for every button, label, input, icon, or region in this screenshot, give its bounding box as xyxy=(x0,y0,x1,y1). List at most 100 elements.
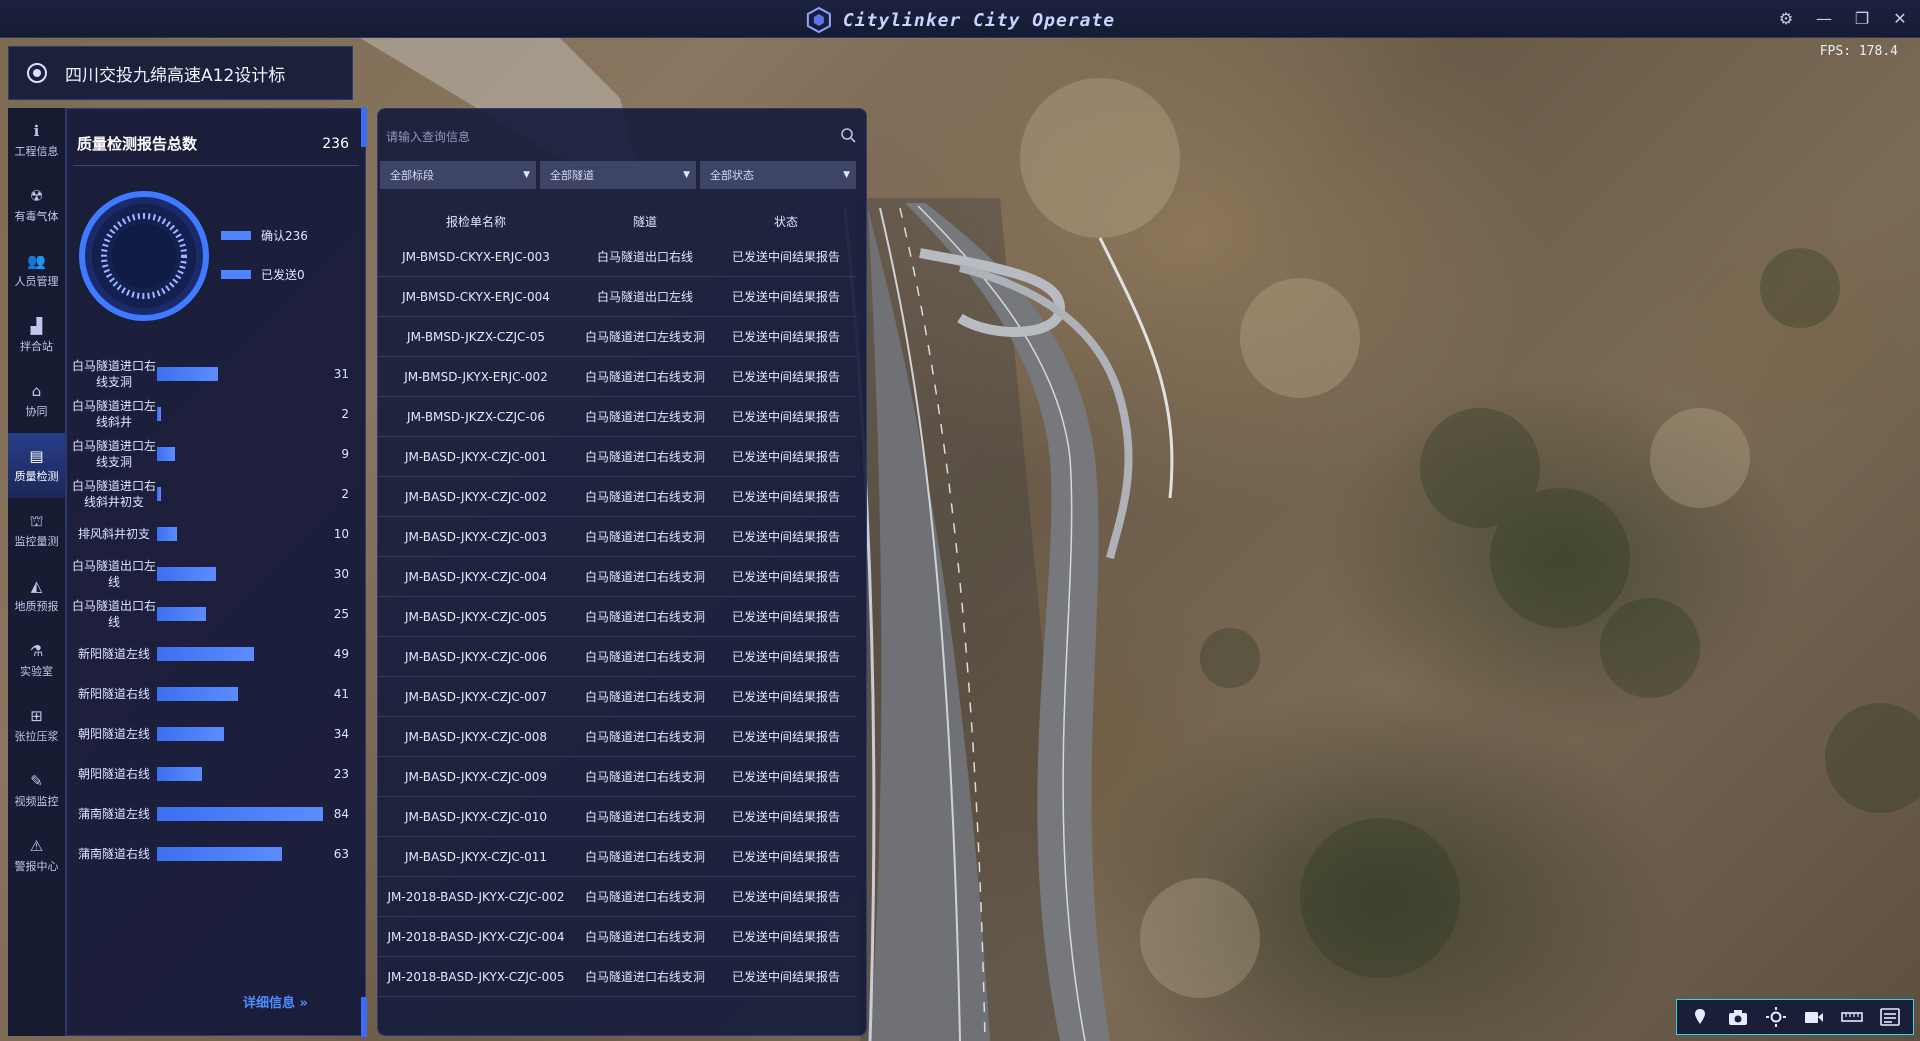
bar-row[interactable]: 白马隧道进口右线支洞 31 xyxy=(67,354,367,394)
tunnel-cell: 白马隧道进口右线支洞 xyxy=(584,650,705,664)
table-row[interactable]: JM-BASD-JKYX-CZJC-003 白马隧道进口右线支洞 已发送中间结果报告 xyxy=(378,517,856,557)
nav-item-mixing-plant[interactable]: ▟ 拌合站 xyxy=(8,303,65,368)
nav-label: 有毒气体 xyxy=(14,209,59,223)
bar-fill xyxy=(157,767,203,781)
bar-value: 84 xyxy=(333,807,349,821)
table-row[interactable]: JM-BASD-JKYX-CZJC-002 白马隧道进口右线支洞 已发送中间结果报告 xyxy=(378,477,856,517)
table-row[interactable]: JM-BASD-JKYX-CZJC-001 白马隧道进口右线支洞 已发送中间结果报告 xyxy=(378,437,856,477)
filter-status-select[interactable]: 全部状态 ▼ xyxy=(700,161,856,189)
nav-item-lab[interactable]: ⚗ 实验室 xyxy=(8,628,65,693)
tunnel-cell: 白马隧道进口右线支洞 xyxy=(584,370,705,384)
table-header: 报检单名称 隧道 状态 xyxy=(378,205,856,237)
close-icon[interactable]: ✕ xyxy=(1890,9,1910,29)
table-row[interactable]: JM-BASD-JKYX-CZJC-006 白马隧道进口右线支洞 已发送中间结果报告 xyxy=(378,637,856,677)
table-row[interactable]: JM-BMSD-JKZX-CZJC-05 白马隧道进口左线支洞 已发送中间结果报告 xyxy=(378,317,856,357)
table-row[interactable]: JM-BMSD-JKZX-CZJC-06 白马隧道进口左线支洞 已发送中间结果报告 xyxy=(378,397,856,437)
bar-fill xyxy=(157,567,217,581)
table-row[interactable]: JM-BASD-JKYX-CZJC-004 白马隧道进口右线支洞 已发送中间结果报告 xyxy=(378,557,856,597)
camera-icon[interactable] xyxy=(1725,1004,1751,1030)
ruler-icon[interactable] xyxy=(1839,1004,1865,1030)
status-cell: 已发送中间结果报告 xyxy=(731,410,840,424)
table-row[interactable]: JM-BASD-JKYX-CZJC-008 白马隧道进口右线支洞 已发送中间结果报告 xyxy=(378,717,856,757)
table-row[interactable]: JM-BASD-JKYX-CZJC-011 白马隧道进口右线支洞 已发送中间结果报告 xyxy=(378,837,856,877)
nav-item-alarm[interactable]: ⚠ 警报中心 xyxy=(8,823,65,888)
tunnel-cell: 白马隧道进口右线支洞 xyxy=(584,810,705,824)
bar-row[interactable]: 朝阳隧道右线 23 xyxy=(67,754,367,794)
status-cell: 已发送中间结果报告 xyxy=(731,810,840,824)
table-row[interactable]: JM-2018-BASD-JKYX-CZJC-002 白马隧道进口右线支洞 已发送中… xyxy=(378,877,856,917)
bar-row[interactable]: 蒲南隧道左线 84 xyxy=(67,794,367,834)
tunnel-cell: 白马隧道进口右线支洞 xyxy=(584,610,705,624)
minimize-icon[interactable]: — xyxy=(1814,9,1834,29)
detail-link[interactable]: 详细信息 » xyxy=(243,992,308,1011)
bar-label: 白马隧道进口左线支洞 xyxy=(71,439,156,469)
tunnel-cell: 白马隧道进口右线支洞 xyxy=(584,730,705,744)
bar-track xyxy=(157,407,323,421)
detail-link-label: 详细信息 xyxy=(243,996,296,1011)
sidebar-nav: ℹ 工程信息 ☢ 有毒气体 👥 人员管理 ▟ 拌合站 ⌂ 协同 ▤ 质量检测 ⛫… xyxy=(8,108,66,1036)
caret-down-icon: ▼ xyxy=(523,170,530,180)
nav-item-monitoring[interactable]: ⛫ 监控量测 xyxy=(8,498,65,563)
table-row[interactable]: JM-2018-BASD-JKYX-CZJC-005 白马隧道进口右线支洞 已发送中… xyxy=(378,957,856,997)
project-selector[interactable]: 四川交投九绵高速A12设计标 xyxy=(8,46,353,100)
nav-item-toxic-gas[interactable]: ☢ 有毒气体 xyxy=(8,173,65,238)
column-header-tunnel: 隧道 xyxy=(632,214,657,229)
nav-item-quality[interactable]: ▤ 质量检测 xyxy=(8,433,65,498)
column-header-status: 状态 xyxy=(773,214,798,229)
nav-item-video[interactable]: ✎ 视频监控 xyxy=(8,758,65,823)
video-camera-icon[interactable] xyxy=(1801,1004,1827,1030)
pin-icon[interactable] xyxy=(1687,1004,1713,1030)
legend-sent: 已发送0 xyxy=(221,266,308,283)
bar-label: 白马隧道进口右线支洞 xyxy=(71,359,156,389)
nav-item-tension[interactable]: ⊞ 张拉压浆 xyxy=(8,693,65,758)
table-row[interactable]: JM-BMSD-CKYX-ERJC-004 白马隧道出口左线 已发送中间结果报告 xyxy=(378,277,856,317)
layers-icon[interactable] xyxy=(1877,1004,1903,1030)
table-row[interactable]: JM-BASD-JKYX-CZJC-010 白马隧道进口右线支洞 已发送中间结果报告 xyxy=(378,797,856,837)
bar-track xyxy=(157,367,323,381)
tunnel-cell: 白马隧道进口右线支洞 xyxy=(584,930,705,944)
table-row[interactable]: JM-BMSD-JKYX-ERJC-002 白马隧道进口右线支洞 已发送中间结果报告 xyxy=(378,357,856,397)
search-input[interactable]: 请输入查询信息 xyxy=(378,123,866,149)
tension-icon: ⊞ xyxy=(30,706,43,725)
restore-icon[interactable]: ❐ xyxy=(1852,9,1872,29)
bar-row[interactable]: 朝阳隧道左线 34 xyxy=(67,714,367,754)
quality-icon: ▤ xyxy=(29,446,44,465)
table-row[interactable]: JM-BMSD-CKYX-ERJC-003 白马隧道出口右线 已发送中间结果报告 xyxy=(378,237,856,277)
bar-row[interactable]: 蒲南隧道右线 63 xyxy=(67,834,367,874)
filter-tunnel-select[interactable]: 全部隧道 ▼ xyxy=(540,161,696,189)
report-name-cell: JM-2018-BASD-JKYX-CZJC-004 xyxy=(387,929,565,944)
status-cell: 已发送中间结果报告 xyxy=(731,530,840,544)
filter-section-select[interactable]: 全部标段 ▼ xyxy=(380,161,536,189)
nav-item-cooperate[interactable]: ⌂ 协同 xyxy=(8,368,65,433)
bar-row[interactable]: 白马隧道出口左线 30 xyxy=(67,554,367,594)
bar-row[interactable]: 白马隧道进口左线斜井 2 xyxy=(67,394,367,434)
tunnel-cell: 白马隧道进口左线支洞 xyxy=(584,330,705,344)
nav-item-geology[interactable]: ◭ 地质预报 xyxy=(8,563,65,628)
monitor-icon: ⛫ xyxy=(29,511,44,530)
tunnel-cell: 白马隧道进口左线支洞 xyxy=(584,410,705,424)
status-cell: 已发送中间结果报告 xyxy=(731,570,840,584)
bar-row[interactable]: 白马隧道进口右线斜井初支 2 xyxy=(67,474,367,514)
table-row[interactable]: JM-2018-BASD-JKYX-CZJC-004 白马隧道进口右线支洞 已发送中… xyxy=(378,917,856,957)
report-name-cell: JM-2018-BASD-JKYX-CZJC-005 xyxy=(387,969,565,984)
status-cell: 已发送中间结果报告 xyxy=(731,490,840,504)
sun-icon[interactable] xyxy=(1763,1004,1789,1030)
bar-label: 白马隧道进口右线斜井初支 xyxy=(71,479,156,509)
bar-row[interactable]: 白马隧道出口右线 25 xyxy=(67,594,367,634)
bar-row[interactable]: 白马隧道进口左线支洞 9 xyxy=(67,434,367,474)
table-row[interactable]: JM-BASD-JKYX-CZJC-007 白马隧道进口右线支洞 已发送中间结果报告 xyxy=(378,677,856,717)
nav-item-project-info[interactable]: ℹ 工程信息 xyxy=(8,108,65,173)
table-row[interactable]: JM-BASD-JKYX-CZJC-009 白马隧道进口右线支洞 已发送中间结果报告 xyxy=(378,757,856,797)
table-row[interactable]: JM-BASD-JKYX-CZJC-005 白马隧道进口右线支洞 已发送中间结果报告 xyxy=(378,597,856,637)
nav-label: 实验室 xyxy=(20,664,53,678)
bar-row[interactable]: 新阳隧道右线 41 xyxy=(67,674,367,714)
status-cell: 已发送中间结果报告 xyxy=(731,370,840,384)
city-logo-icon xyxy=(806,6,831,34)
bar-value: 23 xyxy=(333,767,349,781)
nav-label: 协同 xyxy=(25,404,48,418)
search-icon[interactable] xyxy=(840,127,856,143)
bar-row[interactable]: 新阳隧道左线 49 xyxy=(67,634,367,674)
nav-item-personnel[interactable]: 👥 人员管理 xyxy=(8,238,65,303)
settings-icon[interactable]: ⚙ xyxy=(1776,9,1796,29)
bar-row[interactable]: 排风斜井初支 10 xyxy=(67,514,367,554)
